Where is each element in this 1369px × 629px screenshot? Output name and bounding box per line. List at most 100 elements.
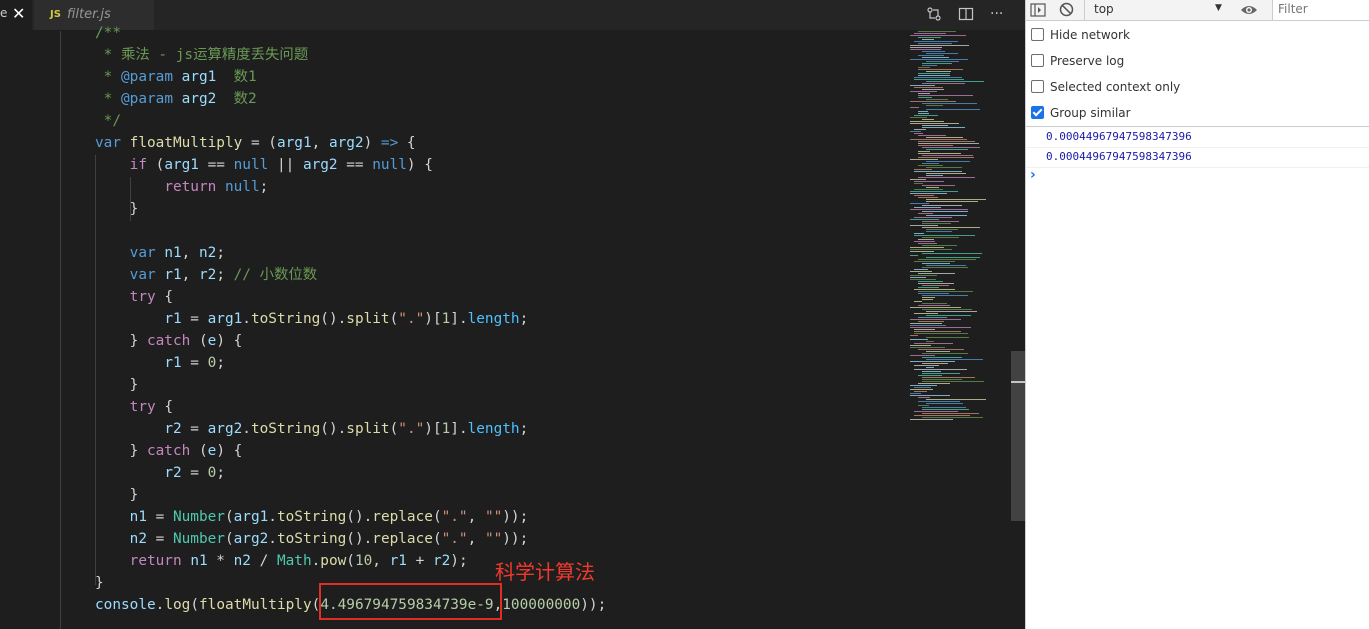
minimap[interactable] xyxy=(905,31,1010,429)
code-token: 1 xyxy=(441,311,451,327)
code-token: ( xyxy=(389,421,399,437)
minimap-line xyxy=(926,187,939,188)
minimap-line xyxy=(918,305,950,306)
minimap-line xyxy=(922,377,975,378)
console-log-entry[interactable]: 0.00044967947598347396 xyxy=(1026,127,1369,148)
code-token: r2 xyxy=(164,421,182,437)
scrollbar-thumb[interactable] xyxy=(1011,351,1025,521)
context-selector[interactable]: top ▼ xyxy=(1084,0,1223,20)
minimap-line xyxy=(922,185,955,186)
code-token: ]. xyxy=(450,311,468,327)
compare-changes-icon[interactable] xyxy=(926,6,942,27)
code-token: r1 xyxy=(164,355,182,371)
minimap-line xyxy=(926,149,968,150)
minimap-line xyxy=(910,35,966,36)
minimap-line xyxy=(922,51,945,52)
code-token: split xyxy=(346,311,390,327)
code-token: r1 xyxy=(164,311,182,327)
minimap-line xyxy=(922,163,939,164)
code-token: null xyxy=(372,157,407,173)
minimap-line xyxy=(914,331,961,332)
code-token: r2 xyxy=(432,553,451,569)
sidebar-toggle-icon[interactable] xyxy=(1030,2,1046,21)
console-prompt[interactable]: › xyxy=(1026,167,1369,186)
group-similar-checkbox[interactable] xyxy=(1031,106,1044,119)
code-token: length xyxy=(467,421,520,437)
hide-network-option[interactable]: Hide network xyxy=(1031,25,1130,45)
minimap-line xyxy=(910,327,971,328)
code-editor: e ✕ JS filter.js ··· /** * 乘法 - js运算精度丢失… xyxy=(0,0,1025,629)
minimap-line xyxy=(926,215,967,216)
minimap-line xyxy=(910,191,958,192)
selected-context-only-option[interactable]: Selected context only xyxy=(1031,77,1180,97)
preserve-log-label: Preserve log xyxy=(1050,54,1125,68)
vertical-scrollbar[interactable] xyxy=(1011,31,1025,629)
tab-previous[interactable]: e ✕ xyxy=(0,0,32,30)
split-editor-icon[interactable] xyxy=(958,6,974,27)
minimap-line xyxy=(922,299,933,300)
minimap-line xyxy=(922,65,937,66)
selected-context-only-checkbox[interactable] xyxy=(1031,80,1044,93)
minimap-line xyxy=(910,355,935,356)
minimap-line xyxy=(922,103,977,104)
minimap-line xyxy=(926,81,984,82)
code-token: 10 xyxy=(354,553,373,569)
code-token: arg1 xyxy=(164,157,199,173)
code-token: // 小数位数 xyxy=(233,267,318,283)
code-token: + xyxy=(406,553,433,569)
tab-filter-js[interactable]: JS filter.js xyxy=(34,0,154,30)
code-token: = xyxy=(146,531,173,547)
minimap-line xyxy=(914,87,943,88)
minimap-line xyxy=(918,287,939,288)
minimap-line xyxy=(918,67,930,68)
minimap-line xyxy=(914,133,923,134)
minimap-line xyxy=(910,179,926,180)
minimap-line xyxy=(922,353,968,354)
eye-icon[interactable] xyxy=(1240,2,1258,21)
filter-input[interactable] xyxy=(1278,2,1366,16)
devtools-console: top ▼ Hide network Preserve log Selected… xyxy=(1025,0,1369,629)
hide-network-checkbox[interactable] xyxy=(1031,28,1044,41)
minimap-line xyxy=(918,405,929,406)
code-token: ; xyxy=(519,311,529,327)
code-token: return xyxy=(129,553,182,569)
close-icon[interactable]: ✕ xyxy=(12,4,25,23)
code-token: Math xyxy=(276,553,312,569)
code-token: Number xyxy=(172,531,225,547)
code-token: = xyxy=(181,421,208,437)
minimap-line xyxy=(922,63,952,64)
group-similar-option[interactable]: Group similar xyxy=(1031,103,1131,123)
minimap-line xyxy=(926,315,971,316)
preserve-log-checkbox[interactable] xyxy=(1031,54,1044,67)
code-token: catch xyxy=(146,333,191,349)
minimap-line xyxy=(922,357,962,358)
minimap-line xyxy=(926,403,963,404)
code-token: n1 xyxy=(190,553,208,569)
code-token: replace xyxy=(372,531,433,547)
minimap-line xyxy=(910,209,968,210)
code-token: ( xyxy=(432,531,442,547)
filter-input-box xyxy=(1272,0,1369,20)
minimap-line xyxy=(918,259,976,260)
code-token: ( xyxy=(190,443,208,459)
code-token: 0 xyxy=(207,465,217,481)
minimap-line xyxy=(926,351,950,352)
minimap-line xyxy=(910,255,918,256)
code-area[interactable]: /** * 乘法 - js运算精度丢失问题 * @param arg1 数1 *… xyxy=(0,25,1000,629)
code-token: @param xyxy=(121,91,173,107)
code-token: ( xyxy=(190,597,199,613)
minimap-line xyxy=(918,213,933,214)
code-line: var r1, r2; // 小数位数 xyxy=(95,264,318,286)
console-log-entry[interactable]: 0.00044967947598347396 xyxy=(1026,147,1369,168)
code-line: n2 = Number(arg2.toString().replace(".",… xyxy=(95,528,529,550)
minimap-line xyxy=(910,249,952,250)
preserve-log-option[interactable]: Preserve log xyxy=(1031,51,1124,71)
clear-console-icon[interactable] xyxy=(1059,2,1074,21)
more-actions-icon[interactable]: ··· xyxy=(990,5,1003,23)
minimap-line xyxy=(918,135,946,136)
code-line: var floatMultiply = (arg1, arg2) => { xyxy=(95,132,416,154)
minimap-line xyxy=(918,69,963,70)
